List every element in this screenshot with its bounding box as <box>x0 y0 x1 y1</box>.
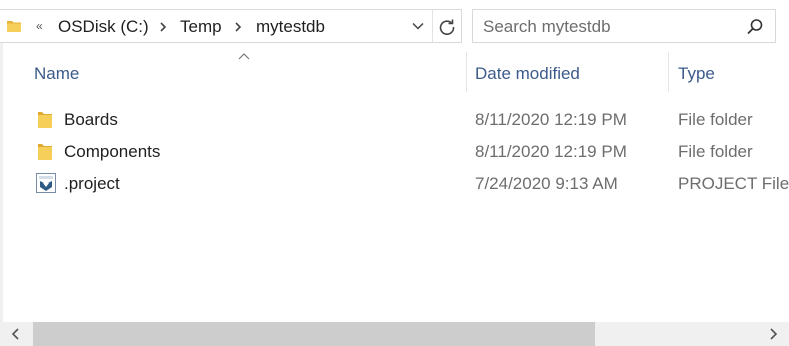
file-date-modified: 8/11/2020 12:19 PM <box>475 142 627 161</box>
folder-icon <box>38 144 52 160</box>
folder-icon <box>7 21 21 32</box>
chevron-right-icon[interactable] <box>765 326 781 342</box>
sort-ascending-icon <box>238 53 250 60</box>
list-item[interactable]: Components 8/11/2020 12:19 PM File folde… <box>0 136 789 168</box>
breadcrumb-overflow-button[interactable]: « <box>36 19 43 33</box>
project-file-icon <box>36 173 56 193</box>
column-divider[interactable] <box>668 52 669 92</box>
file-date-modified: 8/11/2020 12:19 PM <box>475 110 627 129</box>
file-type: File folder <box>678 142 753 161</box>
chevron-right-icon[interactable] <box>233 20 243 34</box>
search-input[interactable]: Search mytestdb <box>472 9 776 43</box>
scrollbar-thumb[interactable] <box>33 322 595 346</box>
file-name[interactable]: Components <box>64 141 160 163</box>
breadcrumb-item-mytestdb[interactable]: mytestdb <box>256 17 325 37</box>
breadcrumb-item-temp[interactable]: Temp <box>180 17 222 37</box>
column-header-date-modified[interactable]: Date modified <box>475 62 580 92</box>
column-header-name[interactable]: Name <box>34 62 79 92</box>
file-name[interactable]: Boards <box>64 109 118 131</box>
address-bar[interactable]: « OSDisk (C:) Temp mytestdb <box>0 9 462 43</box>
chevron-down-icon[interactable] <box>411 19 425 33</box>
chevron-left-icon[interactable] <box>8 326 24 342</box>
folder-icon <box>38 112 52 128</box>
file-type: File folder <box>678 110 753 129</box>
column-divider[interactable] <box>466 52 467 92</box>
file-type: PROJECT File <box>678 174 789 193</box>
horizontal-scrollbar[interactable] <box>0 322 789 346</box>
file-name[interactable]: .project <box>64 173 120 195</box>
refresh-icon[interactable] <box>436 16 458 38</box>
list-item[interactable]: Boards 8/11/2020 12:19 PM File folder <box>0 104 789 136</box>
chevron-right-icon[interactable] <box>158 20 168 34</box>
search-placeholder: Search mytestdb <box>483 17 611 36</box>
list-item[interactable]: .project 7/24/2020 9:13 AM PROJECT File <box>0 168 789 200</box>
breadcrumb-item-osdisk[interactable]: OSDisk (C:) <box>58 17 149 37</box>
divider <box>432 10 433 42</box>
search-icon[interactable] <box>745 17 765 37</box>
file-date-modified: 7/24/2020 9:13 AM <box>475 174 618 193</box>
column-header-type[interactable]: Type <box>678 62 715 92</box>
